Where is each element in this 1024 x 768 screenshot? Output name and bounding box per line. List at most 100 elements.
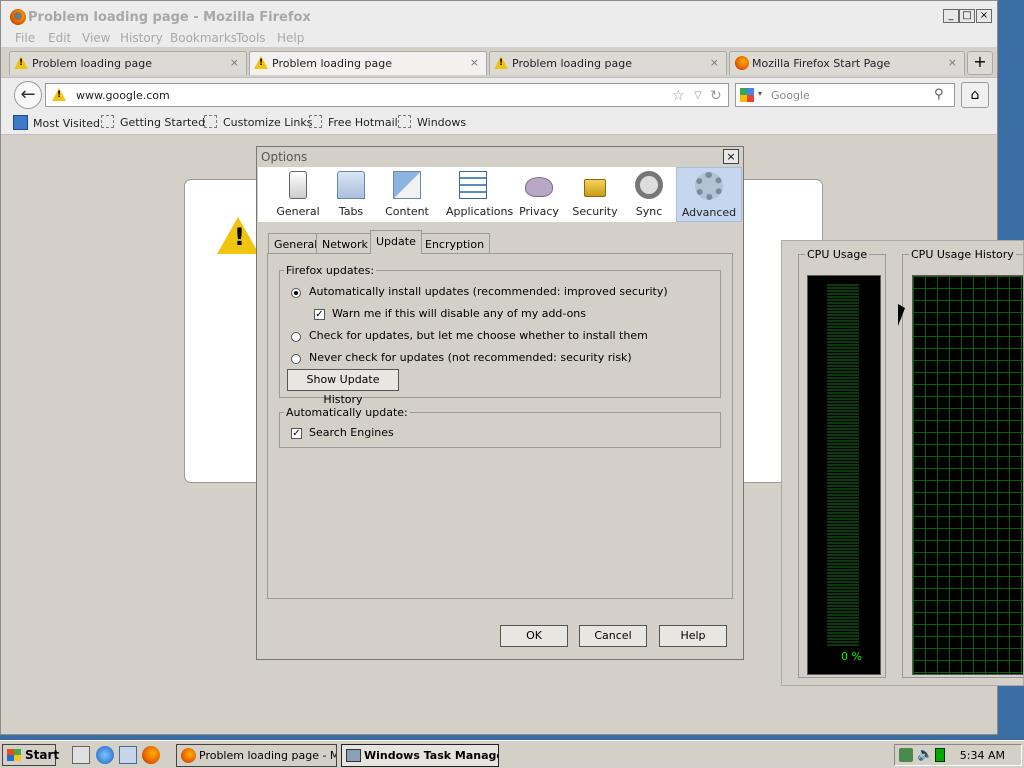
close-window-button[interactable]: × — [976, 9, 992, 23]
firefox-icon — [735, 56, 749, 70]
taskbar-firefox-button[interactable]: Problem loading page - M... — [176, 744, 337, 767]
page-icon — [398, 115, 411, 128]
menu-view[interactable]: View — [82, 31, 110, 45]
tab-firefox-start[interactable]: Mozilla Firefox Start Page × — [729, 51, 965, 75]
tab-close-icon[interactable]: × — [230, 56, 239, 69]
internet-explorer-icon[interactable] — [96, 746, 114, 764]
cpu-tray-icon[interactable] — [935, 748, 945, 762]
menu-tools[interactable]: Tools — [236, 31, 266, 45]
menu-history[interactable]: History — [120, 31, 163, 45]
cancel-button[interactable]: Cancel — [579, 625, 647, 647]
checkbox-warn-addons[interactable]: ✓ — [314, 309, 325, 320]
home-button[interactable]: ⌂ — [961, 82, 989, 108]
firefox-updates-group: Firefox updates: Automatically install u… — [279, 264, 721, 406]
taskbar-taskmanager-button[interactable]: Windows Task Manager — [341, 744, 499, 767]
subtab-encryption[interactable]: Encryption — [419, 233, 491, 253]
checkbox-search-engines[interactable]: ✓ — [291, 428, 302, 439]
dialog-close-button[interactable]: × — [723, 149, 739, 164]
pane-tabs[interactable]: Tabs — [324, 167, 378, 222]
menu-help[interactable]: Help — [277, 31, 304, 45]
engine-dropdown-icon[interactable]: ▾ — [758, 89, 762, 98]
most-visited-icon — [13, 115, 28, 130]
search-engines-label[interactable]: Search Engines — [309, 426, 394, 439]
cpu-meter-bar — [827, 284, 859, 646]
pane-content[interactable]: Content — [380, 167, 434, 222]
bookmark-most-visited[interactable]: Most Visited — [13, 115, 100, 130]
subtab-network[interactable]: Network — [316, 233, 374, 253]
url-bar[interactable]: www.google.com ☆ ▽ ↻ — [45, 83, 729, 107]
firefox-updates-label: Firefox updates: — [284, 264, 377, 277]
network-tray-icon[interactable] — [899, 748, 913, 762]
mouse-cursor — [898, 304, 905, 326]
pane-sync[interactable]: Sync — [622, 167, 676, 222]
new-tab-button[interactable]: + — [967, 51, 993, 75]
tab-label: Mozilla Firefox Start Page — [752, 57, 891, 70]
pane-label: Security — [572, 205, 618, 218]
tab-close-icon[interactable]: × — [948, 56, 957, 69]
ok-button[interactable]: OK — [500, 625, 568, 647]
history-dropdown-icon[interactable]: ▽ — [694, 90, 702, 101]
show-desktop-icon[interactable] — [72, 746, 90, 764]
options-dialog: Options × General Tabs Content Applicati… — [256, 146, 744, 660]
radio-auto-install[interactable] — [291, 288, 301, 298]
firefox-icon — [181, 748, 196, 763]
bookmark-getting-started[interactable]: Getting Started — [101, 115, 205, 129]
never-check-label[interactable]: Never check for updates (not recommended… — [309, 351, 632, 364]
pane-label: Privacy — [519, 205, 559, 218]
radio-never-check[interactable] — [291, 354, 301, 364]
page-icon — [101, 115, 114, 128]
radio-check-updates[interactable] — [291, 332, 301, 342]
tab-problem-2[interactable]: Problem loading page × — [249, 51, 487, 75]
warn-addons-label[interactable]: Warn me if this will disable any of my a… — [332, 307, 586, 320]
tabs-icon — [337, 171, 365, 199]
tab-label: Problem loading page — [512, 57, 632, 70]
taskbar: Start Problem loading page - M... Window… — [0, 740, 1024, 768]
pane-privacy[interactable]: Privacy — [512, 167, 566, 222]
dialog-title: Options — [261, 150, 308, 164]
pane-label: Applications — [446, 205, 514, 218]
volume-icon[interactable]: 🔈 — [917, 747, 933, 762]
subtab-update[interactable]: Update — [370, 230, 422, 254]
bookmark-star-icon[interactable]: ☆ — [672, 88, 685, 104]
cpu-history-group: CPU Usage History — [902, 248, 1023, 678]
maximize-button[interactable]: □ — [959, 9, 975, 23]
bookmark-label: Free Hotmail — [328, 116, 398, 129]
clock: 5:34 AM — [959, 749, 1005, 762]
start-button[interactable]: Start — [2, 744, 59, 766]
pane-applications[interactable]: Applications — [446, 167, 514, 222]
check-updates-label[interactable]: Check for updates, but let me choose whe… — [309, 329, 648, 342]
menu-file[interactable]: File — [15, 31, 35, 45]
search-box[interactable]: ▾ Google ⚲ — [735, 83, 955, 107]
bookmark-customize-links[interactable]: Customize Links — [204, 115, 313, 129]
help-button[interactable]: Help — [659, 625, 727, 647]
pane-general[interactable]: General — [271, 167, 325, 222]
search-icon[interactable]: ⚲ — [934, 87, 944, 102]
network-icon[interactable] — [119, 746, 137, 764]
cpu-history-graph — [912, 275, 1023, 675]
tab-close-icon[interactable]: × — [470, 56, 479, 69]
pane-label: Sync — [635, 205, 663, 218]
bookmark-label: Windows — [417, 116, 467, 129]
advanced-gear-icon — [695, 172, 723, 200]
pane-label: General — [276, 205, 320, 218]
bookmark-windows[interactable]: Windows — [398, 115, 466, 129]
tab-close-icon[interactable]: × — [710, 56, 719, 69]
auto-install-label[interactable]: Automatically install updates (recommend… — [309, 285, 668, 298]
bookmark-free-hotmail[interactable]: Free Hotmail — [309, 115, 398, 129]
back-button[interactable]: ← — [14, 81, 42, 109]
pane-advanced[interactable]: Advanced — [676, 167, 742, 222]
show-update-history-button[interactable]: Show Update History — [287, 369, 399, 406]
menu-edit[interactable]: Edit — [48, 31, 71, 45]
cpu-usage-label: CPU Usage — [805, 248, 870, 261]
tab-strip: Problem loading page × Problem loading p… — [1, 47, 997, 77]
minimize-button[interactable]: _ — [943, 9, 959, 23]
tab-problem-1[interactable]: Problem loading page × — [9, 51, 247, 75]
tab-problem-3[interactable]: Problem loading page × — [489, 51, 727, 75]
firefox-quicklaunch-icon[interactable] — [142, 746, 160, 764]
page-icon — [204, 115, 217, 128]
pane-security[interactable]: Security — [568, 167, 622, 222]
taskbar-button-label: Problem loading page - M... — [199, 749, 337, 762]
menu-bookmarks[interactable]: Bookmarks — [170, 31, 237, 45]
page-icon — [309, 115, 322, 128]
reload-icon[interactable]: ↻ — [710, 88, 722, 104]
